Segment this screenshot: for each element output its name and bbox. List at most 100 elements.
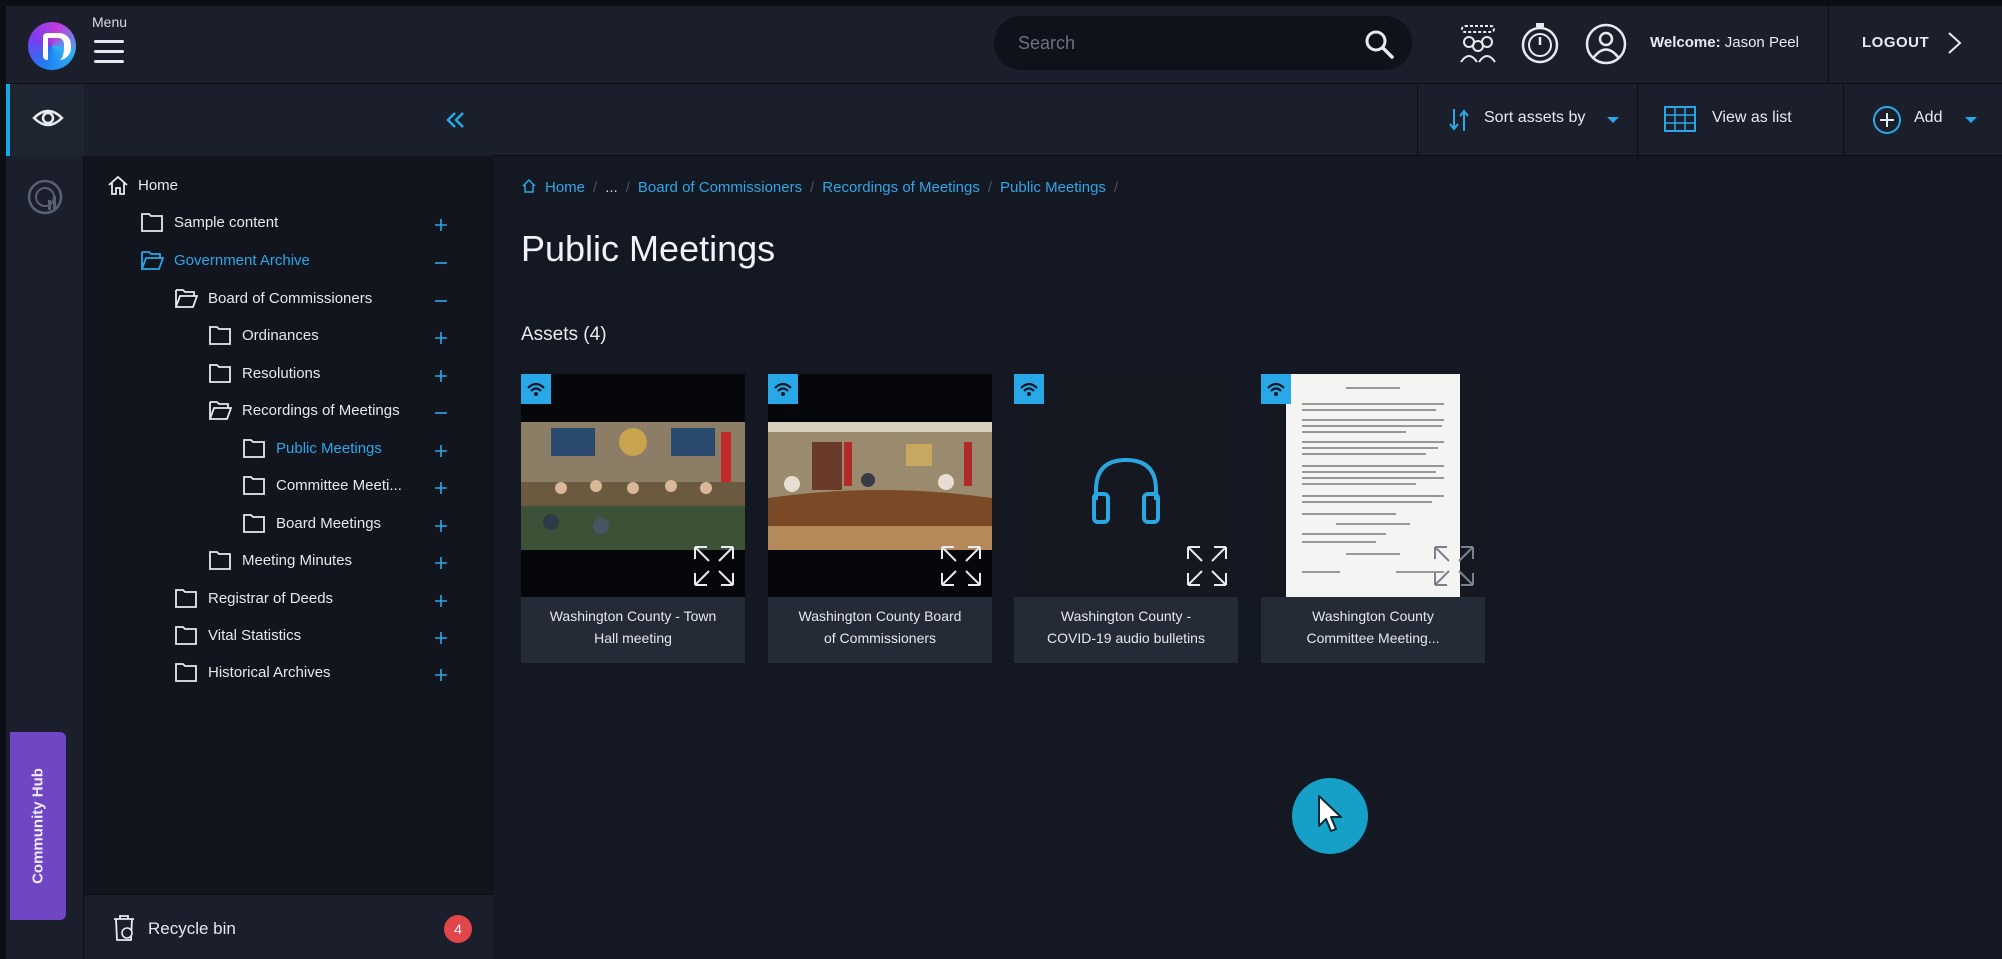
plus-icon[interactable] — [432, 629, 450, 647]
folder-open-icon — [141, 251, 164, 270]
chevron-right-icon[interactable] — [1946, 30, 1964, 56]
tree-item-label: Resolutions — [242, 365, 321, 382]
asset-thumbnail[interactable] — [768, 374, 992, 597]
add-button[interactable]: Add — [1843, 84, 2002, 156]
cursor-highlight — [1292, 778, 1368, 854]
plus-icon[interactable] — [432, 442, 450, 460]
search-icon[interactable] — [1364, 29, 1394, 59]
welcome-text: Welcome: Jason Peel — [1650, 34, 1799, 51]
divider — [1828, 6, 1829, 84]
tree-item-label: Historical Archives — [208, 664, 331, 681]
breadcrumb-home[interactable]: Home — [545, 179, 585, 196]
folder-icon — [243, 439, 265, 458]
broadcast-icon — [1020, 382, 1038, 396]
asset-card[interactable]: Washington County - COVID-19 audio bulle… — [1014, 374, 1238, 663]
community-users-icon[interactable] — [1456, 22, 1500, 66]
expand-icon[interactable] — [691, 543, 737, 589]
asset-caption: Washington County Committee Meeting... — [1267, 605, 1479, 649]
asset-caption-line: Hall meeting — [594, 630, 672, 646]
broadcast-badge — [1261, 374, 1291, 404]
folder-icon — [209, 364, 231, 383]
double-chevron-left-icon[interactable] — [444, 108, 468, 132]
content-toolbar: Sort assets by View as list Add — [493, 84, 2002, 156]
broadcast-badge — [521, 374, 551, 404]
folder-icon — [175, 663, 197, 682]
logout-button[interactable]: LOGOUT — [1862, 34, 1929, 51]
add-label: Add — [1914, 109, 1943, 126]
rail-view-button[interactable] — [6, 84, 84, 156]
top-bar: Menu Welcome: — [6, 6, 2002, 84]
breadcrumb-recordings-of-meetings[interactable]: Recordings of Meetings — [822, 179, 980, 196]
recycle-bin[interactable]: Recycle bin 4 — [84, 894, 493, 959]
menu-label: Menu — [92, 14, 128, 30]
asset-caption-line: Washington County Board — [798, 608, 962, 624]
tree-item-label: Committee Meeti... — [276, 477, 402, 494]
plus-icon[interactable] — [432, 517, 450, 535]
breadcrumb-ellipsis[interactable]: ... — [605, 179, 618, 196]
home-icon — [108, 175, 128, 195]
eye-icon — [32, 109, 64, 127]
plus-icon[interactable] — [432, 329, 450, 347]
breadcrumb-board-of-commissioners[interactable]: Board of Commissioners — [638, 179, 802, 196]
asset-caption-line: of Commissioners — [823, 630, 937, 646]
plus-icon[interactable] — [432, 479, 450, 497]
tree-item-label: Public Meetings — [276, 440, 382, 457]
sort-assets-label: Sort assets by — [1484, 109, 1586, 126]
asset-thumbnail[interactable] — [521, 374, 745, 597]
plus-icon[interactable] — [432, 592, 450, 610]
mouse-pointer-icon — [1318, 795, 1342, 832]
broadcast-icon — [1267, 382, 1285, 396]
tree-item-label: Sample content — [174, 214, 279, 231]
video-still-image — [768, 422, 992, 550]
assets-count-label: Assets (4) — [521, 324, 607, 345]
breadcrumb-public-meetings[interactable]: Public Meetings — [1000, 179, 1106, 196]
sort-assets-button[interactable]: Sort assets by — [1417, 84, 1637, 156]
folder-icon — [209, 551, 231, 570]
asset-card[interactable]: Washington County Committee Meeting... — [1261, 374, 1485, 663]
analytics-icon[interactable] — [26, 178, 64, 216]
asset-caption: Washington County Board of Commissioners — [774, 605, 986, 649]
tree-item-label: Ordinances — [242, 327, 319, 344]
expand-icon[interactable] — [938, 543, 984, 589]
asset-card[interactable]: Washington County - Town Hall meeting — [521, 374, 745, 663]
view-as-list-button[interactable]: View as list — [1637, 84, 1843, 156]
plus-icon[interactable] — [432, 666, 450, 684]
search-input[interactable] — [1018, 16, 1348, 70]
plus-icon[interactable] — [432, 554, 450, 572]
asset-caption-line: Washington County — [1312, 608, 1434, 624]
broadcast-icon — [527, 382, 545, 396]
folder-open-icon — [175, 289, 198, 308]
folder-icon — [175, 589, 197, 608]
asset-caption: Washington County - Town Hall meeting — [527, 605, 739, 649]
folder-icon — [175, 626, 197, 645]
asset-card[interactable]: Washington County Board of Commissioners — [768, 374, 992, 663]
folder-icon — [243, 476, 265, 495]
asset-thumbnail[interactable] — [1014, 374, 1238, 597]
app-logo[interactable] — [28, 22, 76, 70]
caret-down-icon — [1607, 117, 1619, 123]
timer-icon[interactable] — [1518, 22, 1562, 66]
community-hub-tab[interactable]: Community Hub — [10, 732, 66, 920]
expand-icon[interactable] — [1431, 543, 1477, 589]
asset-thumbnail[interactable] — [1261, 374, 1485, 597]
caret-down-icon — [1965, 117, 1977, 123]
tree-item-label: Board Meetings — [276, 515, 382, 532]
expand-icon[interactable] — [1184, 543, 1230, 589]
recycle-bin-label: Recycle bin — [148, 919, 236, 938]
minus-icon[interactable] — [432, 292, 450, 310]
plus-icon[interactable] — [432, 216, 450, 234]
folder-open-icon — [209, 401, 232, 420]
asset-caption-line: COVID-19 audio bulletins — [1047, 630, 1205, 646]
tree-header — [84, 84, 493, 156]
tree-item-label: Recordings of Meetings — [242, 402, 400, 419]
plus-icon[interactable] — [432, 367, 450, 385]
page-title: Public Meetings — [521, 228, 776, 269]
user-profile-icon[interactable] — [1584, 22, 1628, 66]
view-as-list-label: View as list — [1712, 109, 1792, 126]
hamburger-menu-icon[interactable] — [94, 40, 124, 64]
home-icon[interactable] — [521, 178, 537, 194]
search-box — [994, 16, 1412, 70]
minus-icon[interactable] — [432, 254, 450, 272]
app-window: Menu Welcome: — [6, 6, 2002, 959]
minus-icon[interactable] — [432, 404, 450, 422]
